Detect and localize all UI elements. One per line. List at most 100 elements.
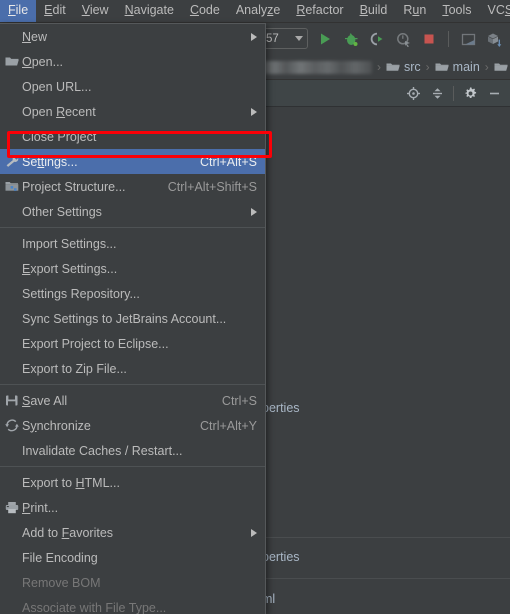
menu-item-label: Close Project [22,129,97,144]
ghost-divider [262,537,510,538]
sync-icon [3,413,20,438]
menu-item-close-project[interactable]: Close Project [0,124,265,149]
collapse-all-icon[interactable] [425,82,449,104]
menu-item-export-settings[interactable]: Export Settings... [0,256,265,281]
gear-icon[interactable] [458,82,482,104]
menubar-item-refactor[interactable]: Refactor [288,0,351,22]
menu-item-export-to-zip-file[interactable]: Export to Zip File... [0,356,265,381]
menu-item-synchronize[interactable]: Synchronize Ctrl+Alt+Y [0,413,265,438]
run-configuration-value: 57 [266,32,279,45]
menu-item-label: Export Project to Eclipse... [22,336,169,351]
run-button[interactable] [313,27,337,51]
menu-separator [0,227,265,228]
menu-item-save-all[interactable]: Save All Ctrl+S [0,388,265,413]
menubar-item-view[interactable]: View [74,0,117,22]
breadcrumb-separator: › [377,60,381,74]
hide-icon[interactable] [482,82,506,104]
print-icon [3,495,20,520]
chevron-right-icon [251,207,257,216]
breadcrumb-item-label: src [404,60,421,74]
menu-item-label: Add to Favorites [22,525,114,540]
menu-item-shortcut: Ctrl+S [221,393,257,408]
chevron-right-icon [251,107,257,116]
menu-item-shortcut: Ctrl+Alt+Y [200,418,257,433]
menu-item-project-structure[interactable]: Project Structure... Ctrl+Alt+Shift+S [0,174,265,199]
folder-icon [386,62,400,73]
menu-item-print[interactable]: Print... [0,495,265,520]
menubar-item-file[interactable]: File [0,0,37,22]
menu-item-label: Settings... [22,154,78,169]
run-configuration-selector[interactable]: 57 [263,28,308,49]
menu-item-new[interactable]: New [0,24,265,49]
menu-item-label: Invalidate Caches / Restart... [22,443,183,458]
chevron-down-icon [295,36,303,41]
folder-icon [435,62,449,73]
menu-item-label: Project Structure... [22,179,126,194]
menu-item-label: Open... [22,54,64,69]
menu-item-label: Open Recent [22,104,96,119]
folder-icon [3,49,20,74]
toolbar-divider [448,31,449,47]
menu-item-add-to-favorites[interactable]: Add to Favorites [0,520,265,545]
menu-item-label: Settings Repository... [22,286,140,301]
menu-item-label: Export to HTML... [22,475,120,490]
menu-item-label: Open URL... [22,79,92,94]
breadcrumb-item-src[interactable]: src [386,60,421,74]
menu-item-open[interactable]: Open... [0,49,265,74]
menu-item-export-to-html[interactable]: Export to HTML... [0,470,265,495]
menu-item-label: Export Settings... [22,261,118,276]
menu-item-associate-with-file-type: Associate with File Type... [0,595,265,614]
menubar-item-run[interactable]: Run [395,0,434,22]
menubar-item-build[interactable]: Build [352,0,396,22]
menubar-item-tools[interactable]: Tools [434,0,479,22]
menubar-item-label: Refactor [296,3,344,17]
debug-button[interactable] [339,27,363,51]
menubar-item-label: Navigate [124,3,174,17]
menubar-item-edit[interactable]: Edit [36,0,74,22]
save-icon [3,388,20,413]
update-project-button[interactable] [482,27,506,51]
breadcrumb-separator: › [425,60,430,74]
menu-item-other-settings[interactable]: Other Settings [0,199,265,224]
menu-item-label: Synchronize [22,418,91,433]
menubar-item-vcs[interactable]: VCS [480,0,510,22]
menubar-item-code[interactable]: Code [182,0,228,22]
ide-window: File Edit View Navigate Code Analyze Refactor B… [0,0,510,614]
open-terminal-button[interactable] [456,27,480,51]
menu-item-shortcut: Ctrl+Alt+S [200,154,257,169]
menubar-item-label: Code [189,3,220,17]
menu-item-file-encoding[interactable]: File Encoding [0,545,265,570]
ghost-divider [262,578,510,579]
breadcrumb-item-label: main [452,60,480,74]
menubar-item-label: VCS [487,3,510,17]
run-coverage-button[interactable] [365,27,389,51]
menu-item-open-url[interactable]: Open URL... [0,74,265,99]
menubar-item-analyze[interactable]: Analyze [228,0,288,22]
menu-item-label: Associate with File Type... [22,600,167,614]
stop-button[interactable] [417,27,441,51]
menubar-item-label: Run [403,3,427,17]
menubar-item-navigate[interactable]: Navigate [117,0,182,22]
menu-item-label: Sync Settings to JetBrains Account... [22,311,227,326]
menu-item-export-project-to-eclipse[interactable]: Export Project to Eclipse... [0,331,265,356]
menu-item-settings-repository[interactable]: Settings Repository... [0,281,265,306]
menu-item-label: File Encoding [22,550,98,565]
menu-item-remove-bom: Remove BOM [0,570,265,595]
menubar-item-label: View [81,3,109,17]
project-tree-item-label: perties [262,550,300,564]
breadcrumb-project-redacted[interactable] [262,60,372,74]
menubar-item-label: Edit [44,3,66,17]
menu-item-shortcut: Ctrl+Alt+Shift+S [167,179,257,194]
menubar-item-label: Analyze [235,3,281,17]
locate-icon[interactable] [401,82,425,104]
chevron-right-icon [251,32,257,41]
menu-item-open-recent[interactable]: Open Recent [0,99,265,124]
profile-button[interactable] [391,27,415,51]
menu-item-sync-settings-to-jetbrains-account[interactable]: Sync Settings to JetBrains Account... [0,306,265,331]
breadcrumb-separator: › [484,60,489,74]
menu-item-settings[interactable]: Settings... Ctrl+Alt+S [0,149,265,174]
breadcrumb-item-main[interactable]: main [435,60,480,74]
menu-item-import-settings[interactable]: Import Settings... [0,231,265,256]
menu-item-label: Save All [22,393,68,408]
menu-item-invalidate-caches-restart[interactable]: Invalidate Caches / Restart... [0,438,265,463]
